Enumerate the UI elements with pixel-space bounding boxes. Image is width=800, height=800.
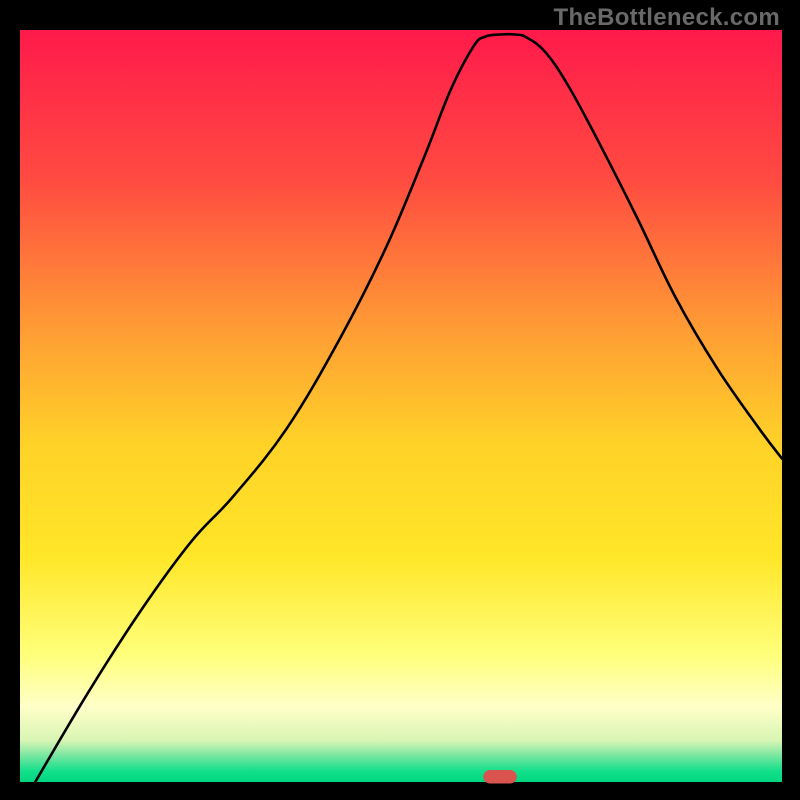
minimum-marker (483, 770, 517, 784)
chart-frame: TheBottleneck.com (0, 0, 800, 800)
plot-background (20, 30, 782, 782)
chart-svg (0, 0, 800, 800)
